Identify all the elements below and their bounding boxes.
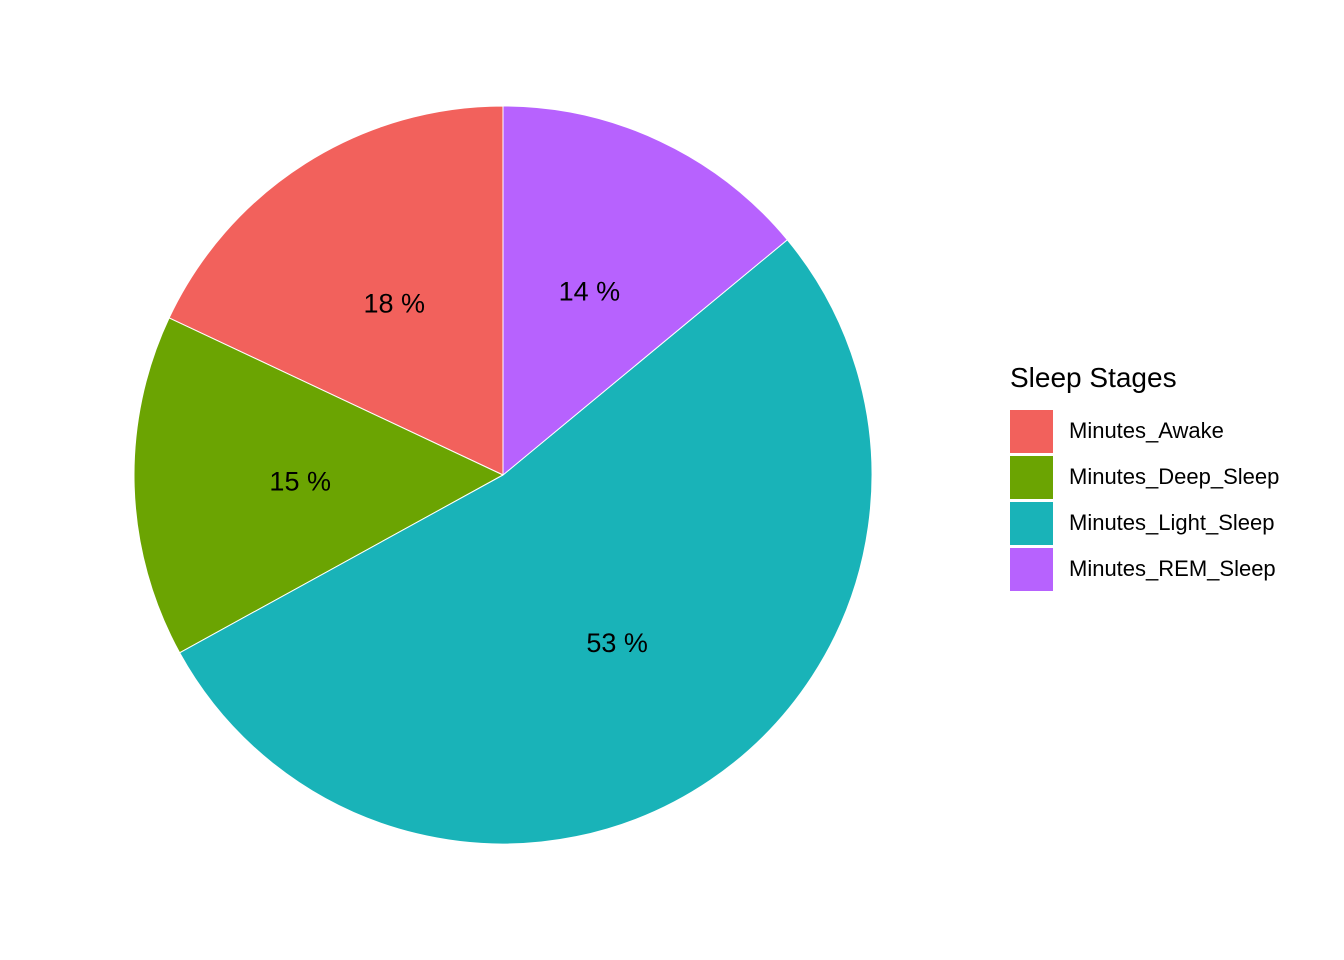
legend-item-awake: Minutes_Awake: [1010, 408, 1279, 454]
legend-label: Minutes_Deep_Sleep: [1069, 464, 1280, 489]
legend: Sleep Stages Minutes_Awake Minutes_Deep_…: [1010, 362, 1279, 592]
legend-item-light-sleep: Minutes_Light_Sleep: [1010, 500, 1279, 546]
slice-label: 53 %: [586, 628, 648, 658]
legend-key-rem-sleep: [1010, 547, 1053, 591]
legend-key-deep-sleep: [1010, 455, 1053, 499]
slice-label: 18 %: [364, 289, 426, 319]
slice-label: 15 %: [269, 466, 331, 496]
legend-item-rem-sleep: Minutes_REM_Sleep: [1010, 546, 1279, 592]
legend-title: Sleep Stages: [1010, 362, 1177, 393]
slice-label: 14 %: [559, 276, 621, 306]
legend-key-awake: [1010, 409, 1053, 453]
legend-label: Minutes_REM_Sleep: [1069, 556, 1276, 581]
legend-label: Minutes_Awake: [1069, 418, 1224, 443]
legend-item-deep-sleep: Minutes_Deep_Sleep: [1010, 454, 1279, 500]
legend-label: Minutes_Light_Sleep: [1069, 510, 1275, 535]
legend-key-light-sleep: [1010, 501, 1053, 545]
